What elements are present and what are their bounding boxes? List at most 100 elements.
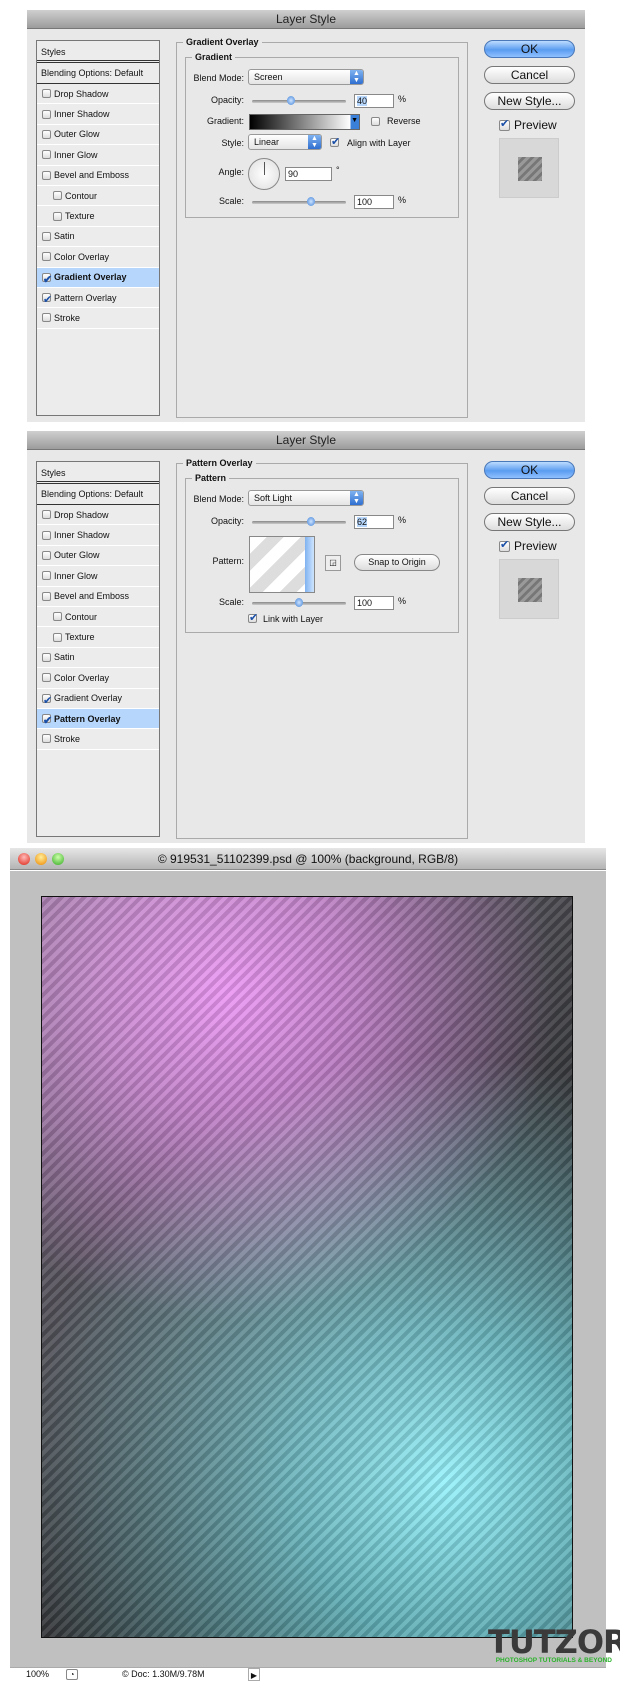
style-checkbox[interactable] bbox=[42, 652, 51, 662]
link-with-layer-checkbox[interactable] bbox=[248, 611, 258, 624]
style-item[interactable]: Gradient Overlay bbox=[37, 689, 159, 711]
document-title-bar[interactable]: © 919531_51102399.psd @ 100% (background… bbox=[10, 848, 606, 870]
scale-unit: % bbox=[398, 195, 407, 205]
style-checkbox[interactable] bbox=[42, 89, 51, 99]
style-item[interactable]: Texture bbox=[37, 206, 159, 227]
scale-slider[interactable] bbox=[252, 197, 346, 206]
styles-header[interactable]: Styles bbox=[37, 462, 159, 484]
zoom-level[interactable]: 100% bbox=[26, 1668, 49, 1681]
style-checkbox[interactable] bbox=[53, 191, 62, 201]
align-with-layer-checkbox[interactable] bbox=[330, 135, 340, 148]
style-item[interactable]: Inner Glow bbox=[37, 566, 159, 587]
blend-mode-select[interactable]: Soft Light ▲ ▼ bbox=[248, 490, 364, 506]
style-item[interactable]: Stroke bbox=[37, 729, 159, 750]
style-checkbox[interactable] bbox=[42, 673, 51, 683]
style-item[interactable]: Outer Glow bbox=[37, 125, 159, 146]
cancel-button[interactable]: Cancel bbox=[484, 487, 575, 505]
artwork-canvas[interactable] bbox=[41, 896, 573, 1638]
style-item[interactable]: Satin bbox=[37, 648, 159, 669]
style-item[interactable]: Color Overlay bbox=[37, 668, 159, 689]
scale-slider-thumb[interactable] bbox=[307, 197, 315, 206]
style-item[interactable]: Gradient Overlay bbox=[37, 267, 159, 290]
style-checkbox[interactable] bbox=[42, 252, 51, 262]
style-item-label: Outer Glow bbox=[54, 129, 100, 140]
style-checkbox[interactable] bbox=[42, 591, 51, 601]
style-checkbox[interactable] bbox=[42, 170, 51, 180]
blending-options[interactable]: Blending Options: Default bbox=[37, 63, 159, 84]
style-item[interactable]: Pattern Overlay bbox=[37, 288, 159, 310]
style-checkbox[interactable] bbox=[42, 129, 51, 139]
style-item[interactable]: Bevel and Emboss bbox=[37, 587, 159, 607]
style-item-label: Drop Shadow bbox=[54, 509, 109, 520]
pattern-picker[interactable] bbox=[249, 536, 315, 593]
new-preset-icon[interactable]: ◲ bbox=[325, 555, 341, 571]
tutzor-logo: TUTZOR PHOTOSHOP TUTORIALS & BEYOND bbox=[488, 1626, 620, 1664]
scale-slider-thumb[interactable] bbox=[295, 598, 303, 607]
minimize-icon[interactable] bbox=[35, 853, 47, 865]
style-item[interactable]: Satin bbox=[37, 227, 159, 248]
ok-button[interactable]: OK bbox=[484, 40, 575, 58]
scale-input[interactable]: 100 bbox=[354, 596, 394, 610]
style-checkbox[interactable] bbox=[42, 691, 52, 711]
style-checkbox[interactable] bbox=[42, 571, 51, 581]
style-item[interactable]: Texture bbox=[37, 627, 159, 648]
new-style-button[interactable]: New Style... bbox=[484, 92, 575, 110]
gradient-picker[interactable]: ▼ bbox=[249, 114, 360, 130]
opacity-input[interactable]: 40 bbox=[354, 94, 394, 108]
style-checkbox[interactable] bbox=[42, 510, 51, 520]
style-item[interactable]: Color Overlay bbox=[37, 247, 159, 268]
style-item[interactable]: Outer Glow bbox=[37, 546, 159, 567]
style-checkbox[interactable] bbox=[42, 109, 51, 119]
style-checkbox[interactable] bbox=[53, 632, 62, 642]
reverse-checkbox[interactable] bbox=[371, 117, 380, 126]
close-icon[interactable] bbox=[18, 853, 30, 865]
style-item[interactable]: Drop Shadow bbox=[37, 84, 159, 105]
style-checkbox[interactable] bbox=[42, 711, 52, 731]
style-checkbox[interactable] bbox=[42, 290, 52, 310]
style-checkbox[interactable] bbox=[53, 612, 62, 622]
style-checkbox[interactable] bbox=[42, 550, 51, 560]
style-item[interactable]: Stroke bbox=[37, 308, 159, 329]
opacity-slider[interactable] bbox=[252, 96, 346, 105]
ok-button[interactable]: OK bbox=[484, 461, 575, 479]
style-checkbox[interactable] bbox=[42, 530, 51, 540]
style-item[interactable]: Pattern Overlay bbox=[37, 708, 159, 731]
dialog-title: Layer Style bbox=[27, 431, 585, 450]
status-options-icon[interactable]: ◔ bbox=[66, 1669, 78, 1680]
snap-to-origin-button[interactable]: Snap to Origin bbox=[354, 554, 440, 571]
style-item[interactable]: Contour bbox=[37, 607, 159, 628]
style-checkbox[interactable] bbox=[42, 313, 51, 323]
style-checkbox[interactable] bbox=[42, 270, 52, 290]
dropdown-arrow-icon[interactable]: ▼ bbox=[351, 117, 358, 124]
style-item[interactable]: Drop Shadow bbox=[37, 505, 159, 526]
style-item[interactable]: Inner Shadow bbox=[37, 104, 159, 125]
scale-slider[interactable] bbox=[252, 598, 346, 607]
angle-input[interactable]: 90 bbox=[285, 167, 332, 181]
style-checkbox[interactable] bbox=[53, 211, 62, 221]
opacity-input[interactable]: 62 bbox=[354, 515, 394, 529]
opacity-slider[interactable] bbox=[252, 517, 346, 526]
style-checkbox[interactable] bbox=[42, 150, 51, 160]
preview-checkbox[interactable] bbox=[499, 117, 510, 131]
opacity-slider-thumb[interactable] bbox=[307, 517, 315, 526]
opacity-slider-thumb[interactable] bbox=[287, 96, 295, 105]
style-checkbox[interactable] bbox=[42, 231, 51, 241]
dropdown-arrow-icon[interactable] bbox=[305, 537, 314, 592]
blend-mode-select[interactable]: Screen ▲ ▼ bbox=[248, 69, 364, 85]
style-select[interactable]: Linear ▲ ▼ bbox=[248, 134, 322, 150]
style-checkbox[interactable] bbox=[42, 734, 51, 744]
blending-options[interactable]: Blending Options: Default bbox=[37, 484, 159, 505]
style-item[interactable]: Inner Glow bbox=[37, 145, 159, 166]
zoom-icon[interactable] bbox=[52, 853, 64, 865]
cancel-button[interactable]: Cancel bbox=[484, 66, 575, 84]
new-style-button[interactable]: New Style... bbox=[484, 513, 575, 531]
styles-header[interactable]: Styles bbox=[37, 41, 159, 63]
angle-dial[interactable] bbox=[248, 158, 280, 190]
status-menu-arrow-icon[interactable]: ▶ bbox=[248, 1668, 260, 1681]
style-item[interactable]: Contour bbox=[37, 186, 159, 207]
scale-input[interactable]: 100 bbox=[354, 195, 394, 209]
stepper-arrows-icon: ▲ ▼ bbox=[350, 491, 363, 505]
style-item[interactable]: Bevel and Emboss bbox=[37, 166, 159, 186]
style-item[interactable]: Inner Shadow bbox=[37, 525, 159, 546]
preview-checkbox[interactable] bbox=[499, 538, 510, 552]
